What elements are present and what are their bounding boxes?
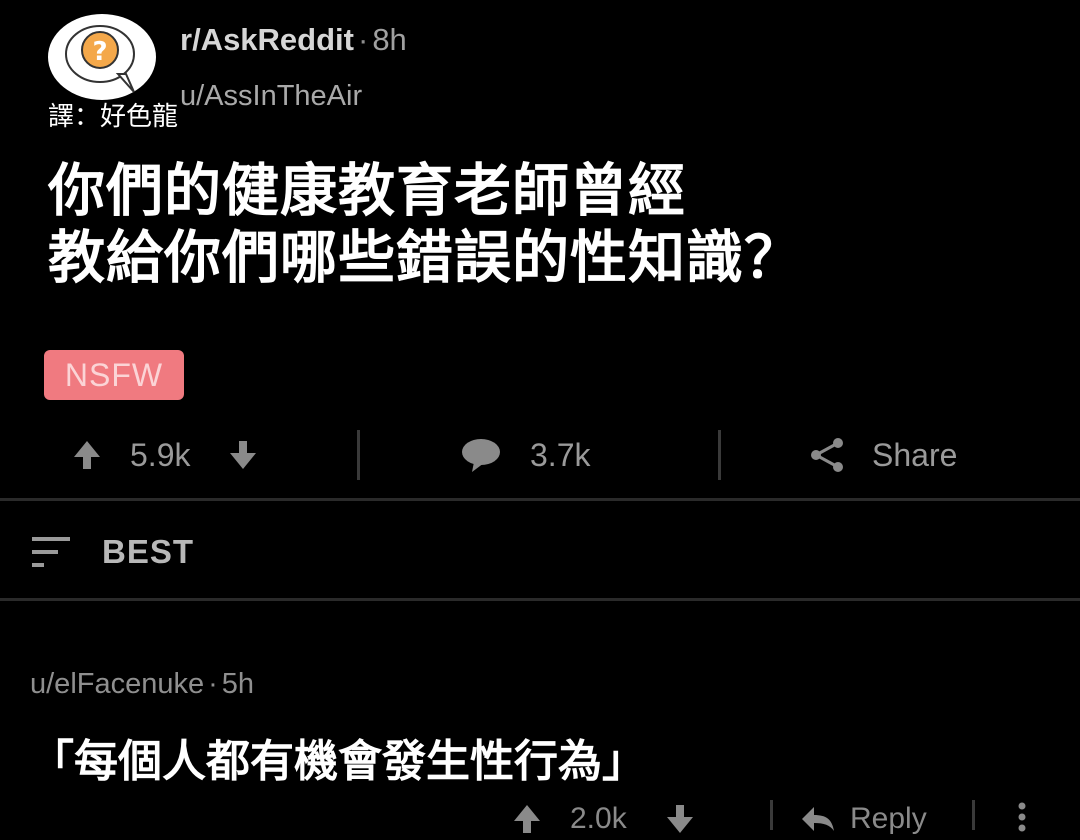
comment-meta: u/elFacenuke · 5h bbox=[30, 668, 254, 701]
more-vertical-icon bbox=[1018, 802, 1026, 832]
separator-dot: · bbox=[208, 668, 218, 700]
arrow-up-icon[interactable] bbox=[74, 441, 100, 469]
question-bubble-icon: ? bbox=[65, 25, 135, 93]
subreddit-avatar[interactable]: ? bbox=[48, 14, 156, 100]
section-divider bbox=[0, 598, 1080, 601]
share-icon bbox=[811, 438, 843, 472]
divider bbox=[718, 430, 721, 480]
comment-count: 3.7k bbox=[530, 436, 591, 473]
arrow-down-icon[interactable] bbox=[666, 805, 693, 833]
comment-action-bar: 2.0k Reply bbox=[0, 800, 1080, 840]
divider bbox=[357, 430, 360, 480]
reply-arrow-icon bbox=[802, 807, 834, 831]
post-time: 8h bbox=[372, 22, 407, 57]
arrow-down-icon[interactable] bbox=[230, 441, 257, 469]
divider bbox=[972, 800, 975, 830]
upvote-count: 5.9k bbox=[130, 436, 191, 473]
subreddit-link[interactable]: r/AskReddit bbox=[180, 22, 354, 57]
post-action-bar: 5.9k 3.7k Share bbox=[0, 420, 1080, 490]
post-title[interactable]: 你們的健康教育老師曾經 教給你們哪些錯誤的性知識？ bbox=[48, 158, 1058, 292]
more-options-button[interactable] bbox=[1016, 802, 1028, 832]
post-title-line-1: 你們的健康教育老師曾經 bbox=[48, 158, 686, 224]
share-button[interactable]: Share bbox=[808, 420, 957, 490]
svg-text:?: ? bbox=[92, 37, 107, 67]
comment-author[interactable]: u/elFacenuke bbox=[30, 668, 204, 700]
sort-label: BEST bbox=[102, 533, 195, 570]
separator-dot: · bbox=[357, 22, 369, 57]
divider bbox=[770, 800, 773, 830]
comment-time: 5h bbox=[221, 668, 255, 700]
comment-body: 「每個人都有機會發生性行為」 bbox=[30, 736, 646, 787]
comments-button[interactable]: 3.7k bbox=[460, 420, 590, 490]
nsfw-badge: NSFW bbox=[44, 350, 184, 400]
chat-bubble-icon bbox=[462, 439, 500, 472]
post-title-line-2: 教給你們哪些錯誤的性知識？ bbox=[48, 225, 802, 291]
arrow-up-icon[interactable] bbox=[514, 805, 540, 833]
vote-group: 5.9k bbox=[74, 420, 257, 490]
translator-credit: 譯：好色龍 bbox=[48, 102, 179, 132]
section-divider bbox=[0, 498, 1080, 501]
sort-lines-icon bbox=[32, 537, 70, 567]
sort-selector[interactable]: BEST bbox=[30, 530, 194, 574]
post-author[interactable]: u/AssInTheAir bbox=[180, 80, 362, 113]
post-meta: r/AskReddit · 8h bbox=[180, 22, 407, 58]
share-label: Share bbox=[872, 436, 958, 473]
